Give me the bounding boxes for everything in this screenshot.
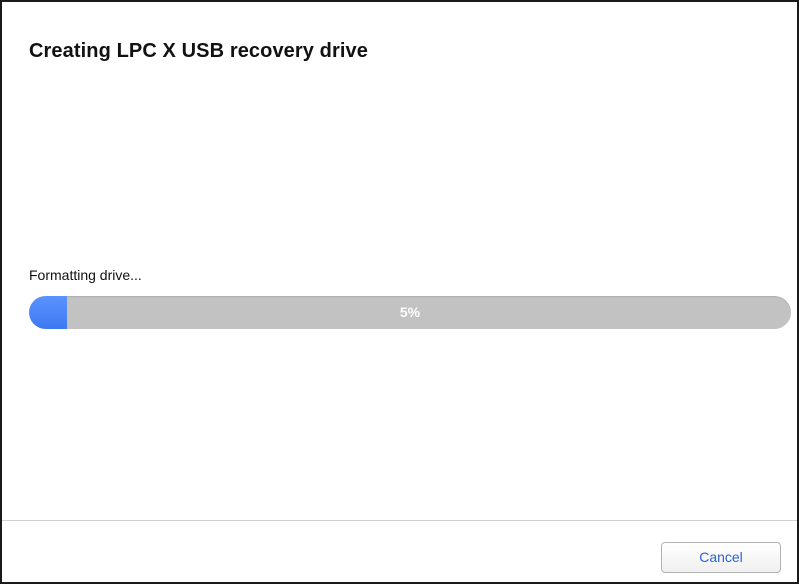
cancel-button[interactable]: Cancel <box>661 542 781 573</box>
progress-status-text: Formatting drive... <box>29 267 142 283</box>
recovery-drive-dialog: Creating LPC X USB recovery drive Format… <box>0 0 799 584</box>
progress-percent-label: 5% <box>399 304 421 320</box>
dialog-title: Creating LPC X USB recovery drive <box>29 40 368 62</box>
footer-divider <box>2 520 797 521</box>
progress-bar: 5% <box>29 296 791 329</box>
